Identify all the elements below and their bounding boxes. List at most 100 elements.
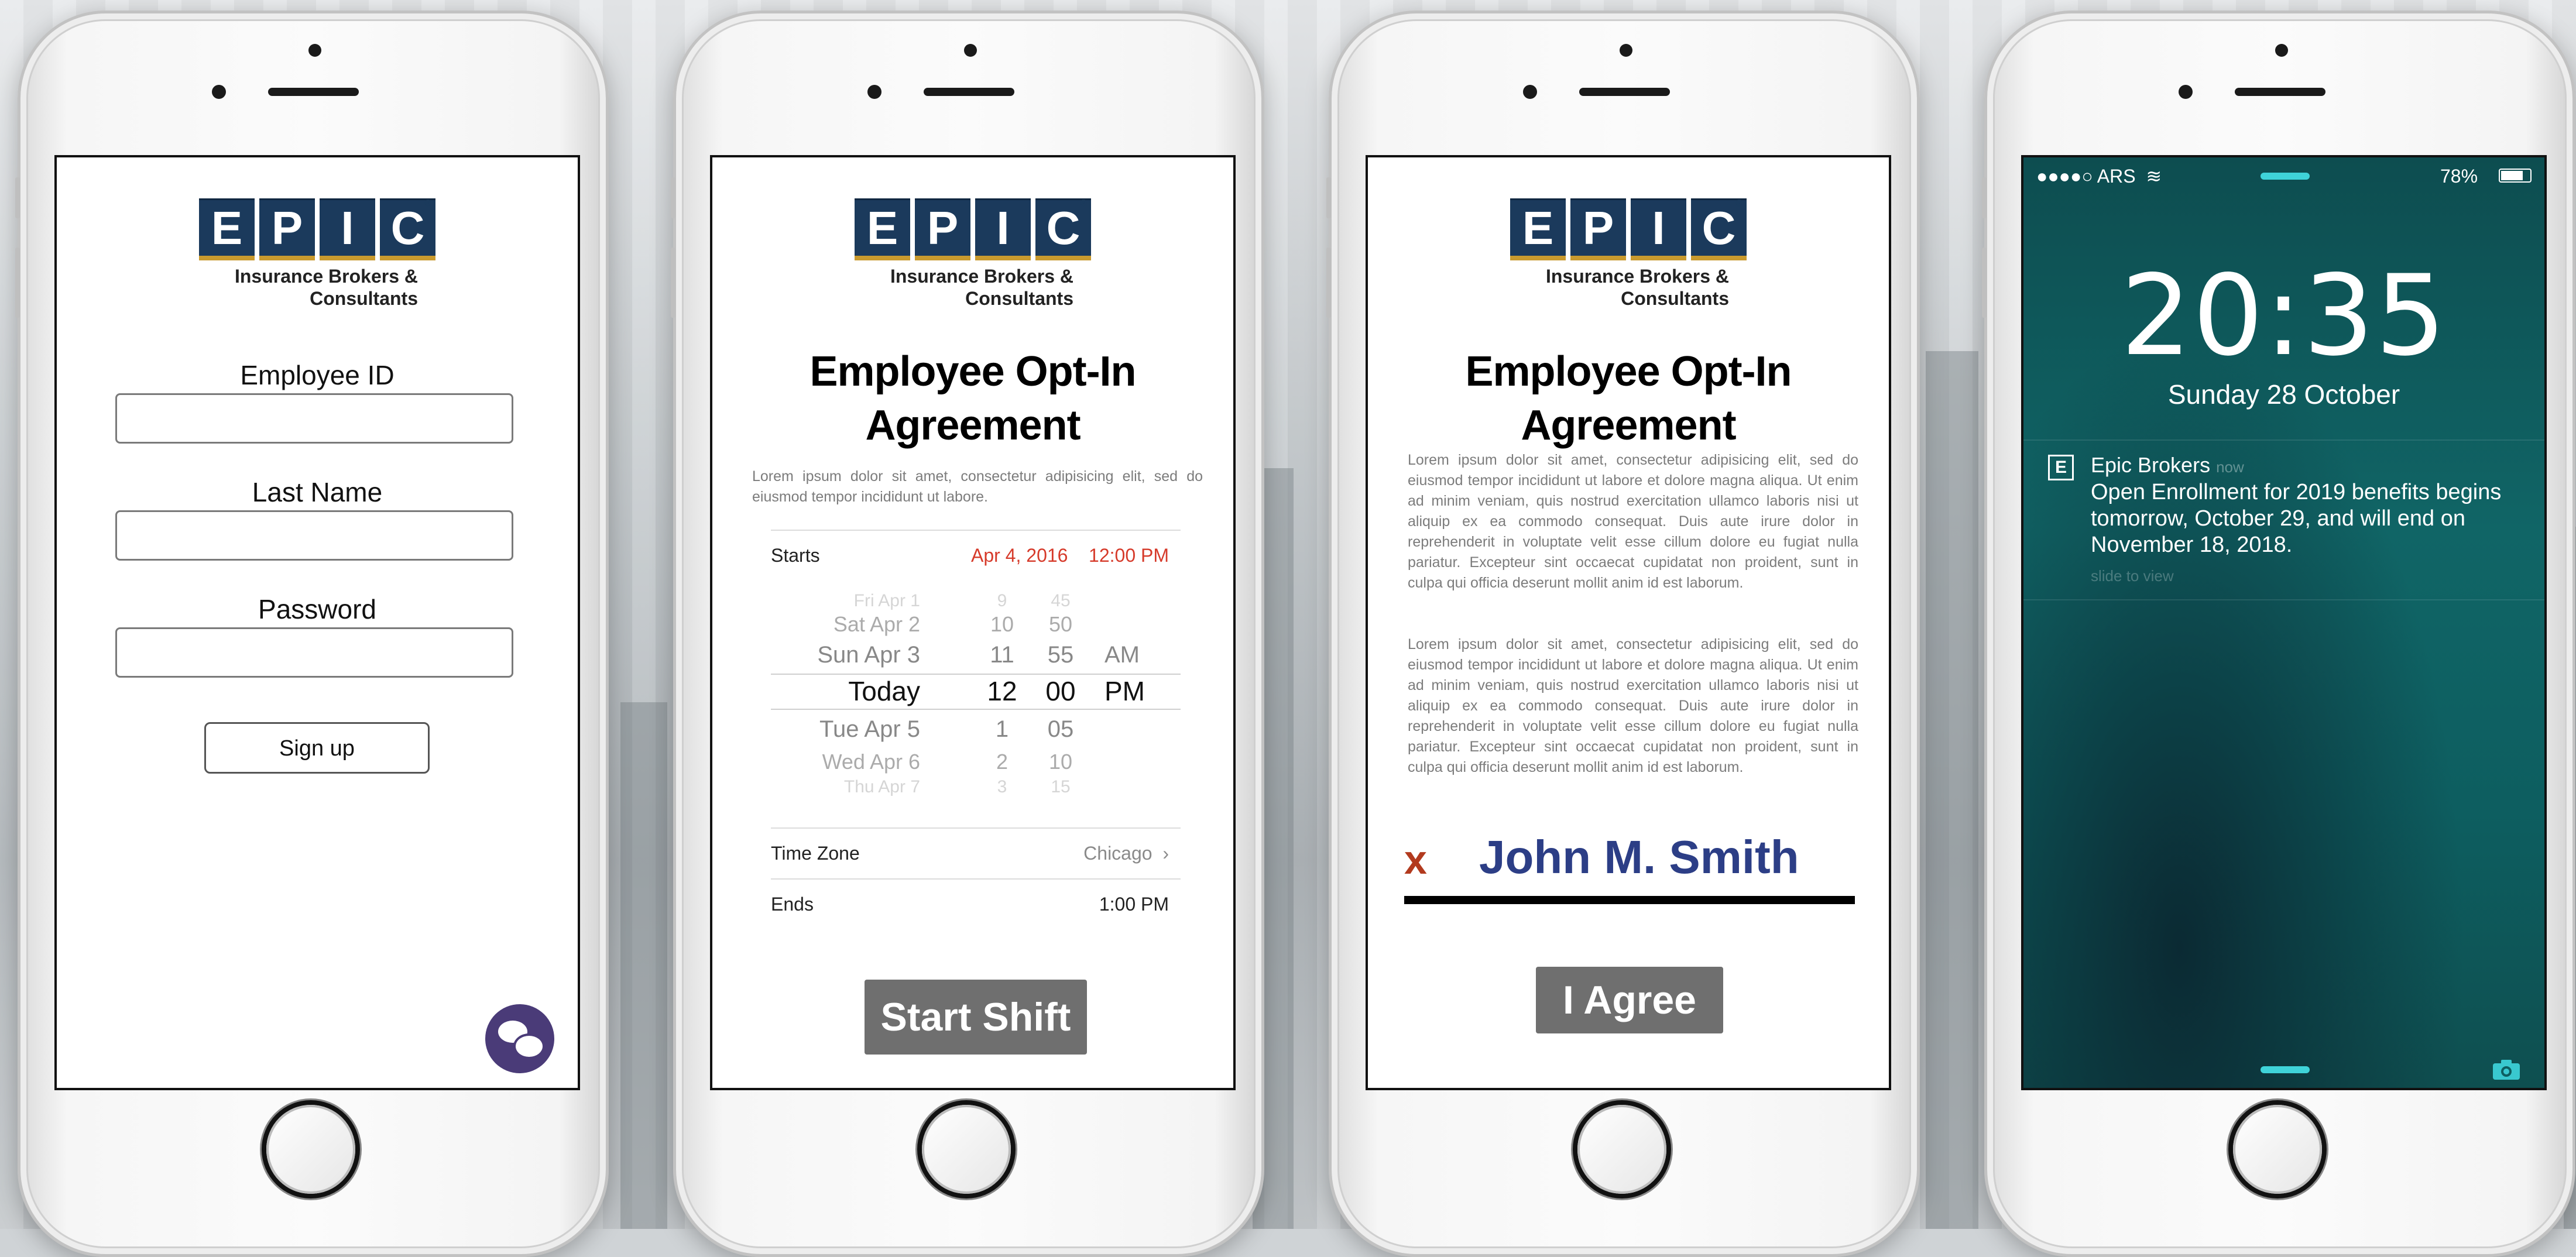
- starts-label: Starts: [771, 545, 820, 566]
- trademark-mark: ®: [1080, 198, 1087, 208]
- picker-hour: 3: [997, 777, 1007, 796]
- proximity-sensor: [867, 85, 881, 99]
- notification-divider: [2023, 599, 2544, 600]
- picker-row[interactable]: Thu Apr 7 3 15: [771, 771, 1181, 803]
- battery-icon: [2499, 169, 2532, 183]
- earpiece-speaker: [924, 88, 1014, 96]
- notification-title[interactable]: Epic Brokers now: [2091, 453, 2244, 478]
- epic-logo: E P I C ® Insurance Brokers & Consultant…: [194, 198, 440, 310]
- password-input[interactable]: [115, 627, 513, 678]
- proximity-sensor: [1523, 85, 1537, 99]
- date-time-picker[interactable]: Fri Apr 1 9 45 Sat Apr 2 10 50 Sun Apr 3…: [771, 585, 1181, 813]
- logo-letter: P: [259, 198, 315, 260]
- starts-time: 12:00 PM: [1089, 545, 1169, 566]
- picker-minute: 15: [1051, 777, 1071, 796]
- lock-time: 20:35: [2121, 251, 2447, 380]
- battery-fill: [2501, 171, 2523, 180]
- wifi-icon: ≋: [2141, 166, 2162, 187]
- intro-text: Lorem ipsum dolor sit amet, consectetur …: [752, 468, 1203, 505]
- ends-value: 1:00 PM: [1099, 894, 1169, 915]
- epic-logo: E P I C ® Insurance Brokers & Consultant…: [850, 198, 1096, 310]
- picker-row[interactable]: Sat Apr 2 10 50: [771, 608, 1181, 640]
- front-camera: [964, 44, 977, 57]
- ends-label: Ends: [771, 894, 814, 915]
- last-name-input[interactable]: [115, 510, 513, 561]
- picker-ampm: AM: [1105, 642, 1140, 668]
- signature-x-mark: x: [1404, 837, 1427, 882]
- camera-icon[interactable]: [2492, 1059, 2521, 1081]
- front-camera: [2275, 44, 2288, 57]
- picker-minute: 05: [1047, 716, 1074, 742]
- page-title-line1: Employee Opt-In: [809, 348, 1136, 395]
- notification-body[interactable]: Open Enrollment for 2019 benefits begins…: [2091, 479, 2524, 558]
- earpiece-speaker: [1579, 88, 1670, 96]
- start-shift-button[interactable]: Start Shift: [865, 980, 1087, 1055]
- logo-letter: E: [1510, 198, 1566, 260]
- home-button[interactable]: [1577, 1105, 1666, 1194]
- page-title-line2: Agreement: [865, 402, 1081, 449]
- earpiece-speaker: [2235, 88, 2325, 96]
- epic-app-icon: E: [2048, 455, 2074, 480]
- signature-name[interactable]: John M. Smith: [1479, 830, 1799, 884]
- proximity-sensor: [2179, 85, 2193, 99]
- status-carrier: ●●●●○ ARS ≋: [2036, 163, 2162, 189]
- picker-day: Thu Apr 7: [843, 777, 920, 796]
- lock-screen: ●●●●○ ARS ≋ 78% 20:35 Sunday 28 October …: [2021, 155, 2547, 1090]
- picker-selection-line: [771, 709, 1181, 710]
- i-agree-button[interactable]: I Agree: [1536, 967, 1723, 1033]
- chevron-right-icon: ›: [1162, 843, 1169, 864]
- timezone-value: Chicago ›: [1083, 829, 1169, 878]
- logo-tagline-line1: Insurance Brokers &: [1545, 266, 1729, 287]
- background-building: [620, 702, 667, 1229]
- page-title-line2: Agreement: [1521, 402, 1736, 449]
- phone-optin-schedule: E P I C ® Insurance Brokers & Consultant…: [671, 11, 1264, 1257]
- logo-tagline: Insurance Brokers & Consultants: [1505, 265, 1751, 310]
- epic-logo: E P I C ® Insurance Brokers & Consultant…: [1505, 198, 1751, 310]
- picker-minute: 00: [1045, 676, 1076, 706]
- phone-login: E P I C ® Insurance Brokers & Consultant…: [15, 11, 609, 1257]
- sign-up-button[interactable]: Sign up: [204, 722, 430, 774]
- chat-button[interactable]: [485, 1004, 554, 1073]
- picker-row[interactable]: Sun Apr 3 11 55 AM: [771, 639, 1181, 671]
- logo-tagline-line1: Insurance Brokers &: [890, 266, 1073, 287]
- password-label: Password: [258, 594, 376, 624]
- picker-hour: 10: [990, 612, 1014, 636]
- timezone-value-text: Chicago: [1083, 843, 1152, 864]
- picker-row-selected[interactable]: Today 12 00 PM: [771, 675, 1181, 708]
- signature-line: [1404, 896, 1855, 904]
- control-center-pull-tab[interactable]: [2261, 1066, 2310, 1073]
- picker-selection-line: [771, 674, 1181, 675]
- background-building: [1926, 351, 1978, 1229]
- logo-tagline: Insurance Brokers & Consultants: [850, 265, 1096, 310]
- page-title-line1: Employee Opt-In: [1465, 348, 1792, 395]
- picker-day: Tue Apr 5: [819, 716, 920, 742]
- picker-hour: 12: [987, 676, 1017, 706]
- picker-minute: 55: [1047, 642, 1074, 668]
- picker-day: Sun Apr 3: [817, 642, 920, 668]
- page-title: Employee Opt-In Agreement: [1368, 345, 1889, 452]
- home-button[interactable]: [2233, 1105, 2322, 1194]
- picker-row[interactable]: Tue Apr 5 1 05: [771, 713, 1181, 746]
- ends-row[interactable]: Ends 1:00 PM: [771, 878, 1181, 929]
- picker-day: Sat Apr 2: [833, 612, 920, 636]
- logo-tagline-line2: Consultants: [310, 288, 418, 309]
- notification-app-name: Epic Brokers: [2091, 453, 2211, 477]
- logo-tagline-line2: Consultants: [1621, 288, 1729, 309]
- notification-divider: [2023, 439, 2544, 441]
- trademark-mark: ®: [1735, 198, 1743, 208]
- logo-letter: E: [855, 198, 910, 260]
- home-button[interactable]: [266, 1105, 355, 1194]
- timezone-row[interactable]: Time Zone Chicago ›: [771, 827, 1181, 878]
- employee-id-input[interactable]: [115, 393, 513, 444]
- trademark-mark: ®: [424, 198, 431, 208]
- timezone-label: Time Zone: [771, 843, 860, 864]
- carrier-text: ●●●●○ ARS: [2036, 166, 2136, 187]
- logo-letter: I: [1631, 198, 1686, 260]
- logo-letter: E: [199, 198, 255, 260]
- notification-center-pull-tab[interactable]: [2261, 173, 2310, 180]
- logo-letter: I: [320, 198, 375, 260]
- home-button[interactable]: [922, 1105, 1011, 1194]
- front-camera: [308, 44, 321, 57]
- starts-date: Apr 4, 2016: [971, 545, 1068, 566]
- starts-row[interactable]: Starts Apr 4, 2016 12:00 PM: [771, 530, 1181, 581]
